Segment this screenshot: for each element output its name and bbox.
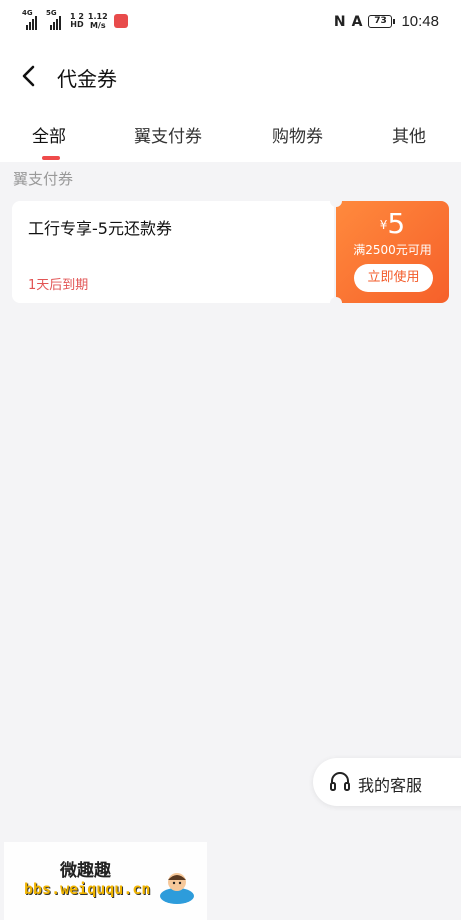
speed-value: 1.12: [87, 12, 108, 21]
tab-other[interactable]: 其他: [392, 122, 426, 147]
hd-icon: 1 2 HD: [70, 13, 84, 29]
coupon-card[interactable]: 工行专享-5元还款券 1天后到期 ¥5 满2500元可用 立即使用: [12, 195, 449, 309]
coupon-expiry: 1天后到期: [28, 278, 89, 293]
customer-service-button[interactable]: 我的客服: [313, 758, 461, 806]
section-label: 翼支付券: [13, 170, 74, 188]
watermark-title: 微趣趣: [60, 861, 111, 881]
coupon-notch-bottom: [330, 297, 342, 309]
tab-bar: 全部 翼支付券 购物券 其他: [0, 108, 461, 162]
tab-bestpay-coupons[interactable]: 翼支付券: [134, 122, 202, 147]
signal-icon: 5G: [46, 9, 66, 30]
app-notification-icon: [113, 14, 128, 28]
mascot-icon: [158, 868, 196, 906]
battery-level: 73: [368, 15, 393, 28]
back-icon[interactable]: [18, 64, 42, 88]
use-now-button[interactable]: 立即使用: [354, 264, 433, 292]
status-bar-left: 4G 5G 1 2 HD 1.12 M/s: [22, 9, 128, 30]
tab-active-indicator: [42, 156, 60, 160]
battery-icon: 73: [368, 15, 396, 28]
coupon-info: 工行专享-5元还款券 1天后到期: [12, 201, 334, 303]
tab-shopping-coupons[interactable]: 购物券: [272, 122, 323, 147]
signal-icon: 4G: [22, 9, 42, 30]
watermark: 微趣趣 bbs.weiququ.cn: [4, 842, 207, 920]
status-bar: 4G 5G 1 2 HD 1.12 M/s N A 73 10:48: [0, 0, 461, 46]
coupon-amount: ¥5: [336, 207, 449, 240]
page-title: 代金券: [57, 67, 117, 91]
header: 代金券: [0, 46, 461, 108]
headset-icon: [329, 771, 351, 793]
clock: 10:48: [401, 13, 439, 30]
customer-service-label: 我的客服: [358, 776, 423, 795]
nfc-icon: N: [333, 13, 346, 30]
coupon-notch-top: [330, 195, 342, 207]
status-bar-right: N A 73 10:48: [334, 13, 439, 30]
coupon-amount-value: 5: [387, 207, 406, 240]
location-icon: A: [351, 13, 363, 30]
tab-all[interactable]: 全部: [32, 122, 66, 147]
coupon-value-panel: ¥5 满2500元可用 立即使用: [336, 201, 449, 303]
speed-unit: M/s: [89, 21, 106, 30]
coupon-condition: 满2500元可用: [353, 243, 432, 257]
network-speed: 1.12 M/s: [88, 12, 108, 30]
coupon-name: 工行专享-5元还款券: [28, 219, 172, 238]
hd-bottom: HD: [70, 20, 84, 29]
watermark-url: bbs.weiququ.cn: [24, 880, 151, 898]
